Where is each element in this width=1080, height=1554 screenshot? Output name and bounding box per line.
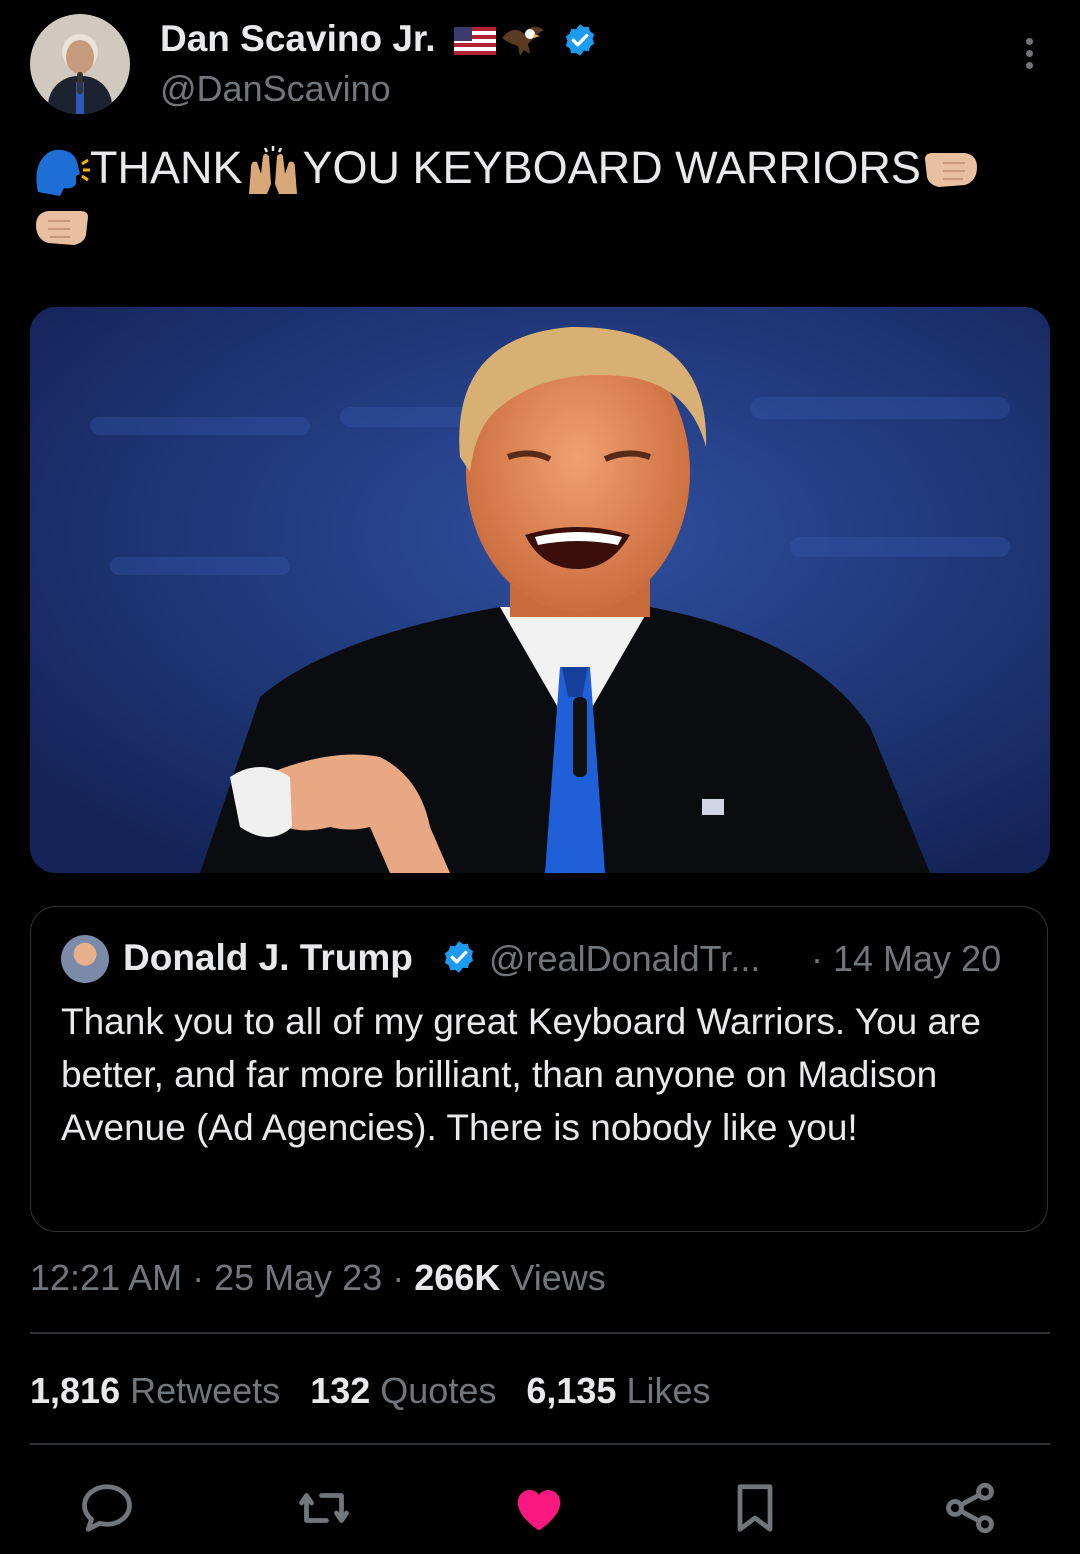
eagle-icon — [502, 26, 544, 56]
tweet-date[interactable]: 25 May 23 — [214, 1257, 382, 1298]
quote-author-handle[interactable]: @realDonaldTr... — [489, 938, 760, 980]
likes-label: Likes — [626, 1370, 711, 1411]
tweet-text-part2: YOU KEYBOARD WARRIORS — [302, 142, 921, 193]
engagement-stats: 1,816 Retweets 132 Quotes 6,135 Likes — [30, 1370, 711, 1412]
share-icon[interactable] — [940, 1478, 1000, 1538]
tweet-time[interactable]: 12:21 AM — [30, 1257, 182, 1298]
tweet-meta: 12:21 AM · 25 May 23 · 266K Views — [30, 1257, 606, 1299]
quote-author-name[interactable]: Donald J. Trump — [123, 937, 413, 979]
retweets-stat[interactable]: 1,816 Retweets — [30, 1370, 280, 1411]
meta-separator: · — [392, 1257, 415, 1298]
quoted-tweet-card[interactable]: Donald J. Trump @realDonaldTr... · 14 Ma… — [30, 906, 1048, 1232]
quotes-count: 132 — [310, 1370, 371, 1411]
us-flag-icon — [454, 27, 496, 55]
verified-badge-icon — [565, 24, 595, 56]
divider — [30, 1443, 1050, 1445]
more-options-icon[interactable] — [1014, 38, 1044, 74]
retweets-count: 1,816 — [30, 1370, 121, 1411]
reply-icon[interactable] — [77, 1478, 137, 1538]
right-fist-icon — [924, 153, 977, 188]
likes-stat[interactable]: 6,135 Likes — [526, 1370, 710, 1411]
quotes-stat[interactable]: 132 Quotes — [310, 1370, 496, 1411]
quotes-label: Quotes — [380, 1370, 497, 1411]
likes-count: 6,135 — [526, 1370, 617, 1411]
tweet-media-image[interactable] — [30, 307, 1050, 873]
retweets-label: Retweets — [130, 1370, 281, 1411]
left-fist-icon — [36, 211, 88, 246]
divider — [30, 1332, 1050, 1334]
bookmark-icon[interactable] — [725, 1478, 785, 1538]
like-icon[interactable] — [509, 1478, 569, 1538]
raising-hands-icon — [248, 146, 297, 195]
speaking-head-icon — [36, 149, 90, 197]
quote-text: Thank you to all of my great Keyboard Wa… — [61, 1001, 981, 1148]
retweet-icon[interactable] — [294, 1478, 354, 1538]
tweet-text: THANK YOU KEYBOARD WARRIORS — [32, 140, 1032, 254]
author-handle[interactable]: @DanScavino — [160, 68, 391, 110]
quote-date: · 14 May 20 — [811, 938, 1002, 979]
views-label: Views — [510, 1257, 606, 1298]
views-count: 266K — [414, 1257, 501, 1298]
quote-author-avatar[interactable] — [61, 935, 109, 983]
meta-separator: · — [192, 1257, 215, 1298]
author-display-name[interactable]: Dan Scavino Jr. — [160, 18, 436, 60]
verified-badge-icon — [444, 941, 474, 973]
author-avatar[interactable] — [30, 14, 130, 114]
tweet-text-part1: THANK — [90, 142, 243, 193]
